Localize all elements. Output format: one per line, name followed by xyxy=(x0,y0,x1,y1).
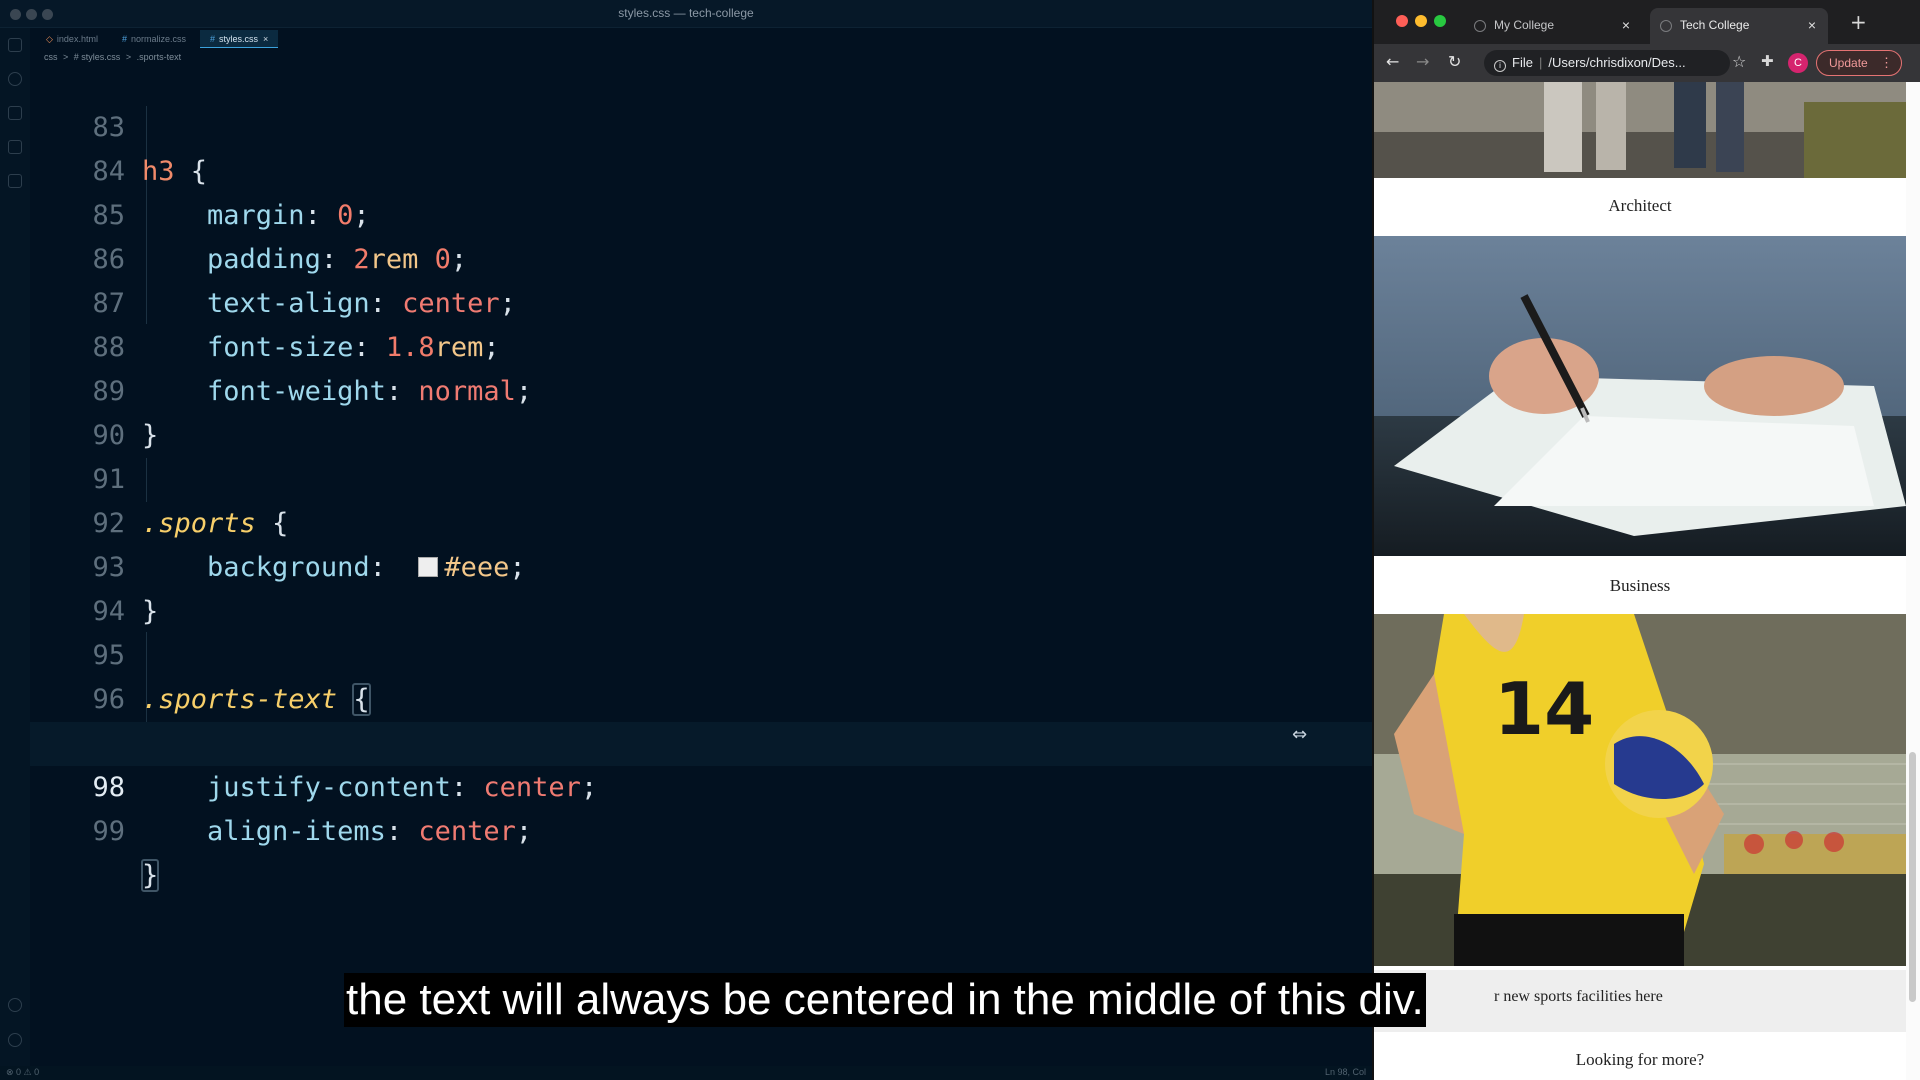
breadcrumb-folder[interactable]: css xyxy=(44,52,58,62)
code-editor-window: styles.css — tech-college ◇ index.html # n… xyxy=(0,0,1372,1080)
code-line[interactable]: 85 padding: 2rem 0; xyxy=(30,150,1372,275)
code-line[interactable]: 86 text-align: center; xyxy=(30,194,1372,319)
kebab-menu-icon[interactable]: ⋮ xyxy=(1880,55,1893,71)
architect-image xyxy=(1374,82,1906,178)
problems-count[interactable]: ⊗ 0 ⚠ 0 xyxy=(6,1067,39,1078)
code-line[interactable]: 87 font-size: 1.8rem; xyxy=(30,238,1372,363)
code-line[interactable]: 94 xyxy=(30,546,1372,627)
run-debug-icon[interactable] xyxy=(8,140,22,154)
browser-tab-tech-college[interactable]: Tech College × xyxy=(1650,8,1828,44)
code-line[interactable]: 99 } xyxy=(30,766,1372,892)
globe-icon xyxy=(1660,20,1672,32)
search-icon[interactable] xyxy=(8,72,22,86)
address-bar[interactable]: i File |/Users/chrisdixon/Des... xyxy=(1484,50,1730,76)
business-photo-drawing xyxy=(1374,236,1906,556)
extensions-icon[interactable] xyxy=(8,174,22,188)
code-line[interactable]: 90 xyxy=(30,370,1372,451)
update-button[interactable]: Update ⋮ xyxy=(1816,50,1902,76)
code-line[interactable]: 91 .sports { xyxy=(30,414,1372,539)
css-file-icon: # xyxy=(209,34,215,44)
bookmark-star-icon[interactable]: ☆ xyxy=(1732,52,1746,71)
business-image xyxy=(1374,236,1906,556)
status-bar: ⊗ 0 ⚠ 0 Ln 98, Col xyxy=(0,1066,1372,1080)
globe-icon xyxy=(1474,20,1486,32)
code-line[interactable]: 93 } xyxy=(30,502,1372,627)
page-scrollbar[interactable] xyxy=(1906,82,1920,1080)
browser-tab-my-college[interactable]: My College × xyxy=(1464,8,1642,44)
sports-image: 14 xyxy=(1374,614,1906,966)
code-line[interactable]: 83 h3 { xyxy=(30,62,1372,187)
code-line-current[interactable]: 98 align-items: center; xyxy=(30,722,1372,847)
settings-gear-icon[interactable] xyxy=(8,1033,22,1047)
css-file-icon: # xyxy=(121,34,127,44)
explorer-icon[interactable] xyxy=(8,38,22,52)
code-line[interactable]: 84 margin: 0; xyxy=(30,106,1372,231)
source-control-icon[interactable] xyxy=(8,106,22,120)
looking-for-more-heading: Looking for more? xyxy=(1575,1050,1705,1069)
editor-titlebar: styles.css — tech-college xyxy=(0,0,1372,28)
resize-cursor-icon: ⇔ xyxy=(1292,724,1308,745)
browser-tab-bar: My College × Tech College × + xyxy=(1374,0,1920,44)
tab-index-html[interactable]: ◇ index.html xyxy=(36,30,108,48)
info-icon[interactable]: i xyxy=(1494,60,1506,72)
browser-toolbar: ← → ↻ i File |/Users/chrisdixon/Des... ☆ ✚… xyxy=(1374,44,1920,82)
new-tab-button[interactable]: + xyxy=(1850,10,1867,34)
extensions-puzzle-icon[interactable]: ✚ xyxy=(1761,52,1774,70)
sports-text-section: r new sports facilities here xyxy=(1374,970,1906,1032)
breadcrumb-file[interactable]: # styles.css xyxy=(74,52,121,62)
code-area[interactable]: 83 h3 { 84 margin: 0; 85 padding: 2rem 0… xyxy=(30,62,1372,1062)
sports-photo-drawing: 14 xyxy=(1374,614,1906,966)
zoom-window-button[interactable] xyxy=(1434,15,1446,27)
matching-brace: } xyxy=(140,859,160,892)
code-line[interactable]: 96 display: flex; xyxy=(30,634,1372,759)
close-tab-icon[interactable]: × xyxy=(1808,17,1816,33)
tab-styles-css[interactable]: # styles.css × xyxy=(199,30,279,48)
back-arrow-icon[interactable]: ← xyxy=(1386,52,1399,71)
html-file-icon: ◇ xyxy=(46,34,53,44)
web-page-viewport[interactable]: Architect Business 14 r new sports facil… xyxy=(1374,82,1906,1080)
window-title: styles.css — tech-college xyxy=(618,6,754,20)
minimize-window-button[interactable] xyxy=(1415,15,1427,27)
close-tab-icon[interactable]: × xyxy=(263,34,268,44)
video-subtitle: the text will always be centered in the … xyxy=(344,973,1426,1027)
reload-icon[interactable]: ↻ xyxy=(1448,52,1461,71)
forward-arrow-icon[interactable]: → xyxy=(1416,52,1429,71)
career-caption-architect: Architect xyxy=(1608,196,1672,215)
breadcrumb-separator: > xyxy=(63,52,69,62)
career-caption-business: Business xyxy=(1609,576,1671,595)
browser-window: My College × Tech College × + ← → ↻ i Fil… xyxy=(1372,0,1920,1080)
sports-text: r new sports facilities here xyxy=(1494,988,1663,1005)
close-window-button[interactable] xyxy=(1396,15,1408,27)
code-line[interactable]: 92 background: #eee; xyxy=(30,458,1372,583)
editor-tabs: ◇ index.html # normalize.css # styles.css × xyxy=(36,30,279,48)
code-line[interactable]: 97 justify-content: center; xyxy=(30,678,1372,803)
tab-normalize-css[interactable]: # normalize.css xyxy=(112,30,196,48)
cursor-position[interactable]: Ln 98, Col xyxy=(1325,1067,1366,1077)
address-url: /Users/chrisdixon/Des... xyxy=(1548,55,1686,70)
code-line[interactable]: 88 font-weight: normal; xyxy=(30,282,1372,407)
breadcrumb-separator: > xyxy=(125,52,132,62)
breadcrumb-symbol[interactable]: .sports-text xyxy=(137,52,182,62)
close-tab-icon[interactable]: × xyxy=(1622,17,1630,33)
svg-text:14: 14 xyxy=(1494,667,1594,751)
code-line[interactable]: 95 .sports-text { xyxy=(30,590,1372,716)
activity-bar xyxy=(0,28,30,1068)
scrollbar-thumb[interactable] xyxy=(1909,752,1916,1002)
profile-avatar[interactable]: C xyxy=(1788,53,1808,73)
code-line[interactable]: 89 } xyxy=(30,326,1372,451)
architect-photo-drawing xyxy=(1374,82,1906,178)
account-icon[interactable] xyxy=(8,998,22,1012)
